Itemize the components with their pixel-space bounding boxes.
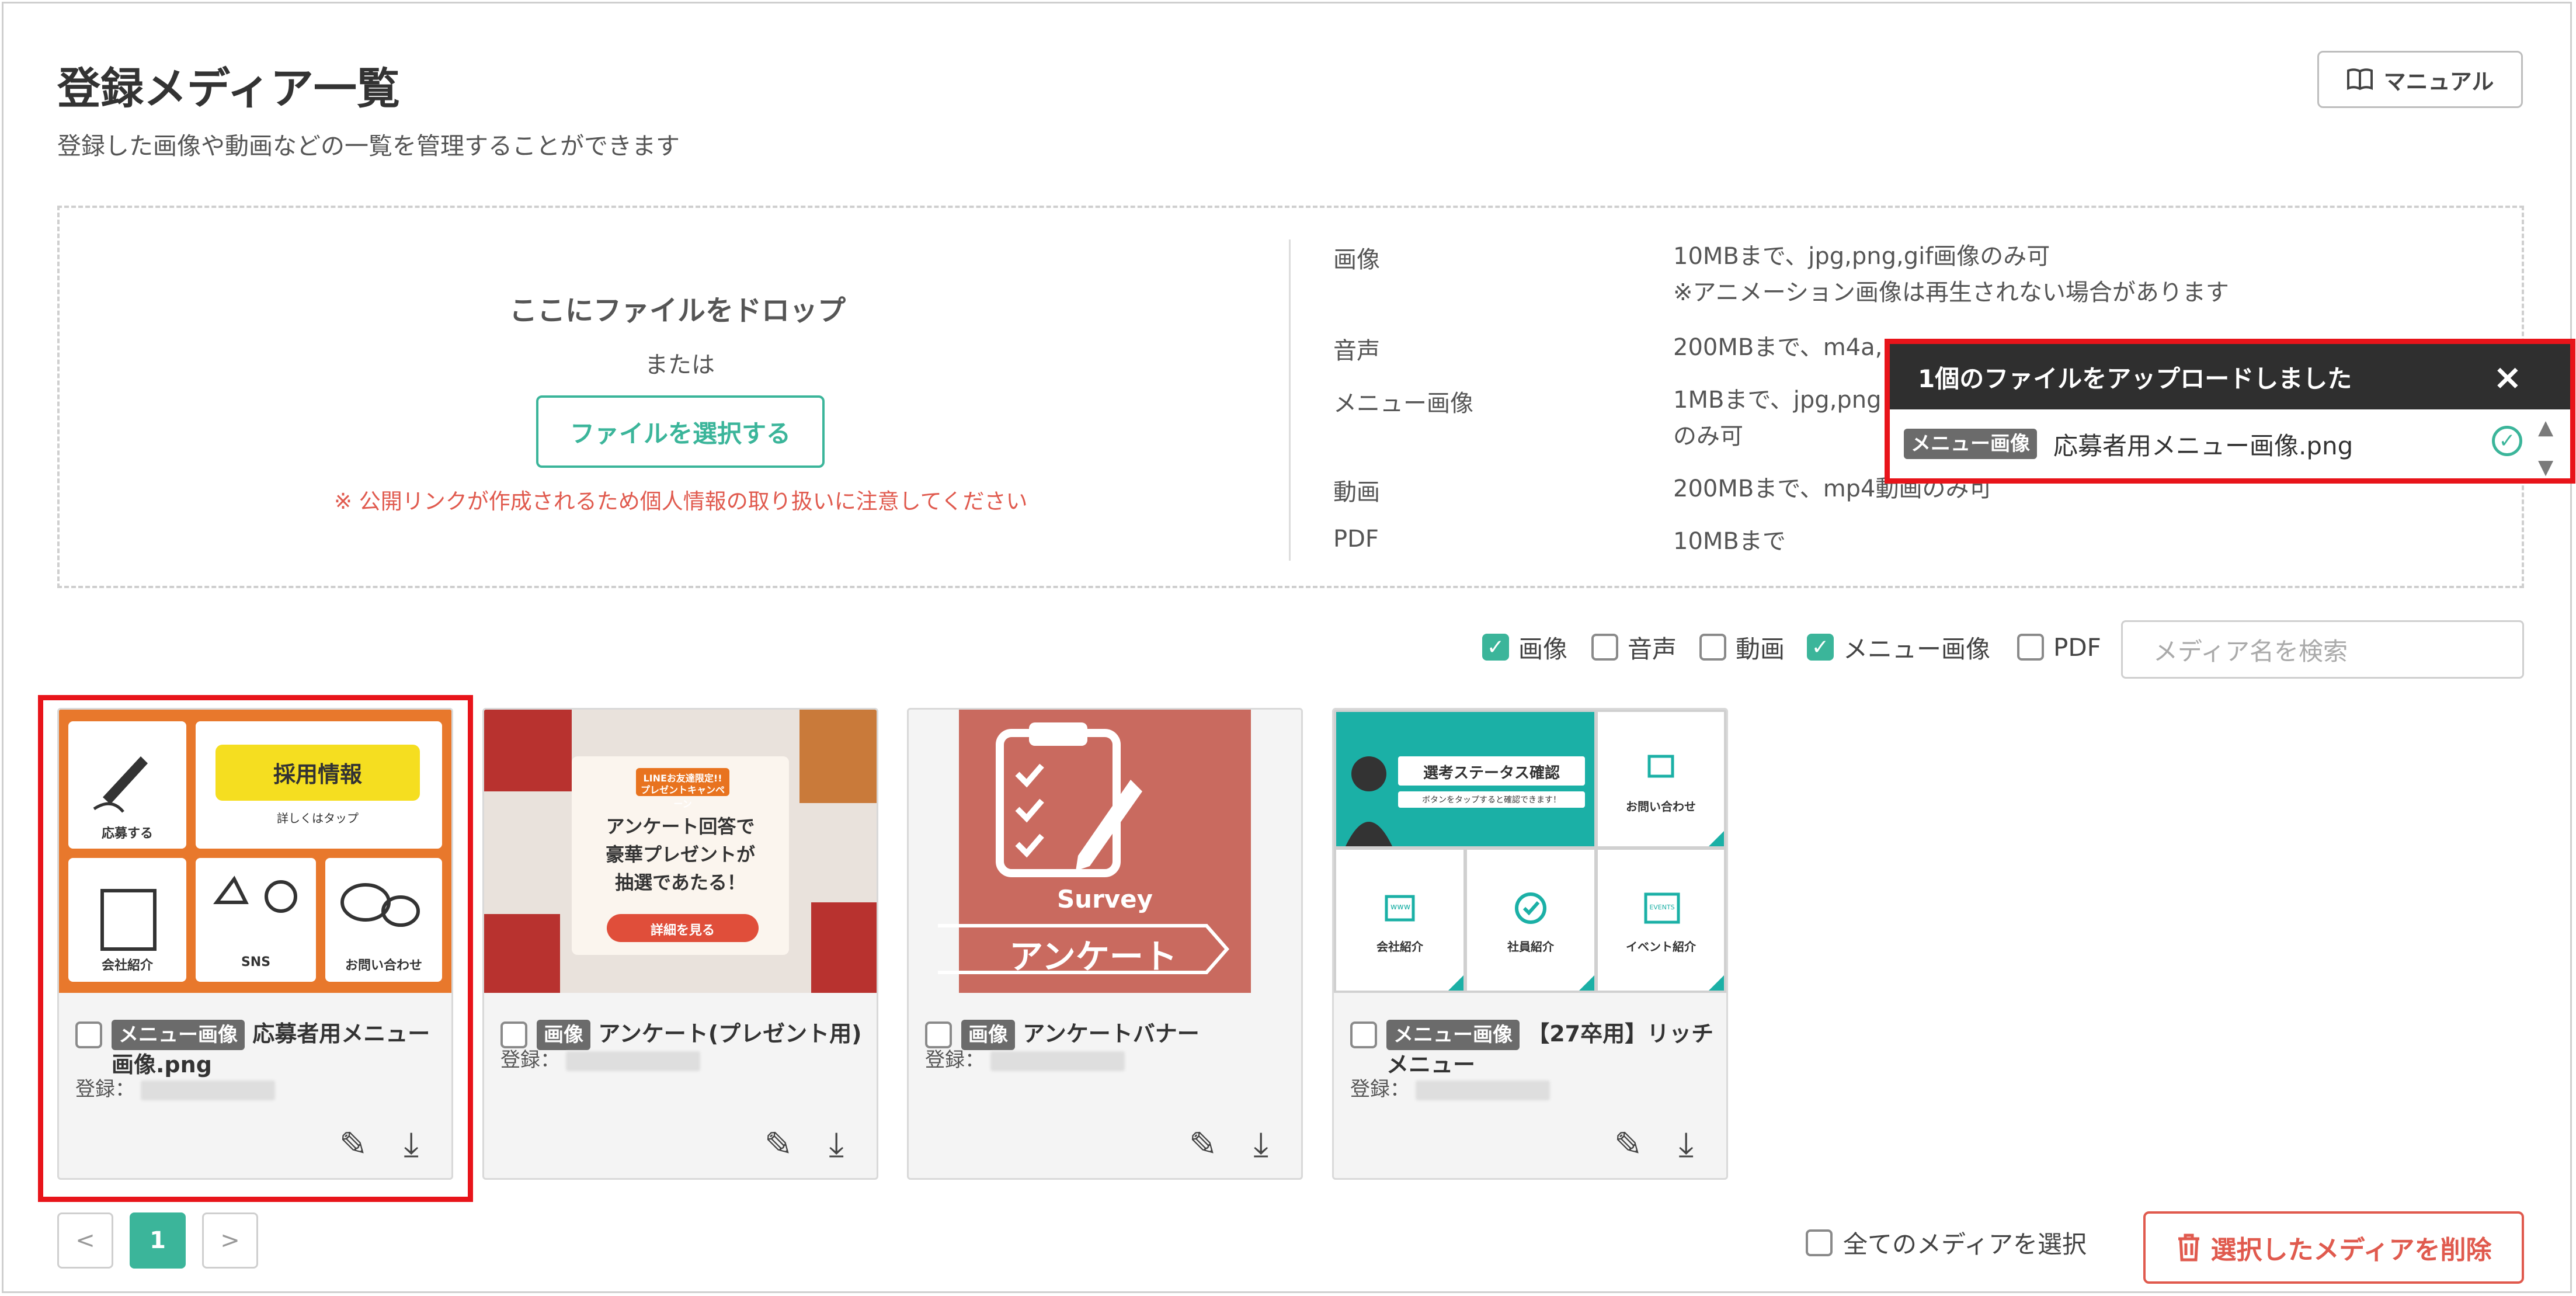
download-icon[interactable]: ⤓ bbox=[1253, 1124, 1268, 1165]
select-all-media[interactable]: 全てのメディアを選択 bbox=[1806, 1225, 2087, 1260]
card-title-row: メニュー画像 【27卒用】リッチメニュー bbox=[1350, 1019, 1718, 1079]
dropzone-divider bbox=[1289, 239, 1291, 561]
card-registered: 登録： bbox=[500, 1044, 700, 1072]
filter-video[interactable]: 動画 bbox=[1699, 624, 1785, 670]
toast-highlight-box bbox=[1885, 339, 2575, 484]
media-name: アンケートバナー bbox=[1023, 1021, 1200, 1047]
thumb-staff-label: 社員紹介 bbox=[1507, 940, 1554, 954]
spec-label-menu-image: メニュー画像 bbox=[1333, 390, 1473, 417]
dropzone-title: ここにファイルをドロップ bbox=[509, 294, 846, 327]
page-subtitle: 登録した画像や動画などの一覧を管理することができます bbox=[57, 132, 680, 160]
dropzone-or: または bbox=[645, 352, 715, 378]
spec-label-pdf: PDF bbox=[1333, 526, 1379, 553]
pagination-prev-button[interactable]: < bbox=[57, 1212, 113, 1269]
select-all-checkbox[interactable] bbox=[1806, 1229, 1833, 1256]
thumb-status-label: 選考ステータス確認 bbox=[1423, 765, 1560, 782]
delete-label: 選択したメディアを削除 bbox=[2210, 1235, 2492, 1265]
manual-button[interactable]: マニュアル bbox=[2317, 51, 2523, 108]
media-card[interactable]: LINEお友達限定!! プレゼントキャンペーン アンケート回答で 豪華プレゼント… bbox=[482, 708, 878, 1180]
download-icon[interactable]: ⤓ bbox=[829, 1124, 844, 1165]
spec-label-video: 動画 bbox=[1333, 479, 1380, 506]
media-card[interactable]: 選考ステータス確認 ボタンをタップすると確認できます！ お問い合わせ www E… bbox=[1332, 708, 1728, 1180]
manual-label: マニュアル bbox=[2383, 68, 2494, 95]
scroll-down-icon[interactable]: ▼ bbox=[2538, 456, 2553, 479]
filter-audio[interactable]: 音声 bbox=[1591, 624, 1677, 670]
thumb-survey-jp: アンケート bbox=[1009, 937, 1177, 977]
filter-menu-image[interactable]: ✓ メニュー画像 bbox=[1807, 624, 1990, 670]
book-icon bbox=[2346, 68, 2373, 91]
thumb-present-copy: アンケート回答で 豪華プレゼントが 抽選であたる！ bbox=[605, 815, 755, 894]
media-name: アンケート(プレゼント用) bbox=[598, 1021, 862, 1047]
filter-pdf[interactable]: PDF bbox=[2017, 624, 2101, 670]
thumb-detail-button: 詳細を見る bbox=[650, 923, 715, 938]
edit-icon[interactable]: ✎ bbox=[764, 1124, 793, 1165]
card-highlight-box bbox=[38, 695, 473, 1202]
select-all-label: 全てのメディアを選択 bbox=[1843, 1230, 2087, 1259]
download-icon[interactable]: ⤓ bbox=[1678, 1124, 1694, 1165]
media-card[interactable]: Survey アンケート 画像 アンケートバナー 登録： ✎ ⤓ bbox=[907, 708, 1303, 1180]
media-thumbnail[interactable]: LINEお友達限定!! プレゼントキャンペーン アンケート回答で 豪華プレゼント… bbox=[484, 710, 877, 993]
edit-icon[interactable]: ✎ bbox=[1614, 1124, 1643, 1165]
thumb-badge-2: プレゼントキャンペーン bbox=[640, 784, 725, 809]
checkbox-pdf[interactable] bbox=[2017, 634, 2044, 661]
search-input[interactable]: メディア名を検索 bbox=[2121, 620, 2524, 679]
page-title: 登録メディア一覧 bbox=[57, 64, 400, 114]
filter-image[interactable]: ✓ 画像 bbox=[1482, 624, 1567, 670]
card-actions: ✎ ⤓ bbox=[1614, 1124, 1694, 1165]
edit-icon[interactable]: ✎ bbox=[1189, 1124, 1218, 1165]
thumb-status-sub: ボタンをタップすると確認できます！ bbox=[1422, 795, 1561, 805]
checkbox-video[interactable] bbox=[1699, 634, 1726, 661]
card-checkbox[interactable] bbox=[1350, 1021, 1377, 1048]
card-title: メニュー画像 【27卒用】リッチメニュー bbox=[1386, 1019, 1718, 1079]
media-thumbnail[interactable]: 選考ステータス確認 ボタンをタップすると確認できます！ お問い合わせ www E… bbox=[1334, 710, 1726, 993]
delete-selected-button[interactable]: 選択したメディアを削除 bbox=[2143, 1211, 2524, 1284]
thumb-company-label: 会社紹介 bbox=[1376, 940, 1423, 954]
thumb-survey-en: Survey bbox=[1056, 885, 1153, 913]
card-registered: 登録： bbox=[1350, 1073, 1550, 1102]
checkbox-menu-image[interactable]: ✓ bbox=[1807, 634, 1834, 661]
thumb-www-icon: www bbox=[1390, 902, 1411, 912]
thumb-events-icon: EVENTS bbox=[1649, 904, 1675, 911]
select-file-button[interactable]: ファイルを選択する bbox=[536, 395, 825, 468]
spec-value-audio: 200MBまで、m4a, bbox=[1673, 334, 1883, 361]
card-registered: 登録： bbox=[925, 1044, 1125, 1072]
spec-label-image: 画像 bbox=[1333, 246, 1380, 273]
card-actions: ✎ ⤓ bbox=[764, 1124, 844, 1165]
checkbox-image[interactable]: ✓ bbox=[1482, 634, 1509, 661]
scroll-up-icon[interactable]: ▲ bbox=[2538, 416, 2553, 439]
media-type-tag: メニュー画像 bbox=[1386, 1020, 1520, 1050]
trash-icon bbox=[2178, 1234, 2199, 1262]
spec-label-audio: 音声 bbox=[1333, 338, 1380, 364]
card-actions: ✎ ⤓ bbox=[1189, 1124, 1268, 1165]
checkbox-audio[interactable] bbox=[1591, 634, 1618, 661]
pagination-next-button[interactable]: > bbox=[202, 1212, 258, 1269]
thumb-event-label: イベント紹介 bbox=[1626, 940, 1696, 954]
pagination-page-1[interactable]: 1 bbox=[130, 1212, 186, 1269]
spec-value-pdf: 10MBまで bbox=[1673, 528, 1786, 555]
spec-value-image: 10MBまで、jpg,png,gif画像のみ可 ※アニメーション画像は再生されない… bbox=[1673, 243, 2229, 306]
media-thumbnail[interactable]: Survey アンケート bbox=[909, 710, 1301, 993]
thumb-contact-label: お問い合わせ bbox=[1626, 800, 1696, 814]
dropzone-warning: ※ 公開リンクが作成されるため個人情報の取り扱いに注意してください bbox=[334, 489, 1028, 514]
spec-value-menu-image: 1MBまで、jpg,png のみ可 bbox=[1673, 387, 1882, 450]
